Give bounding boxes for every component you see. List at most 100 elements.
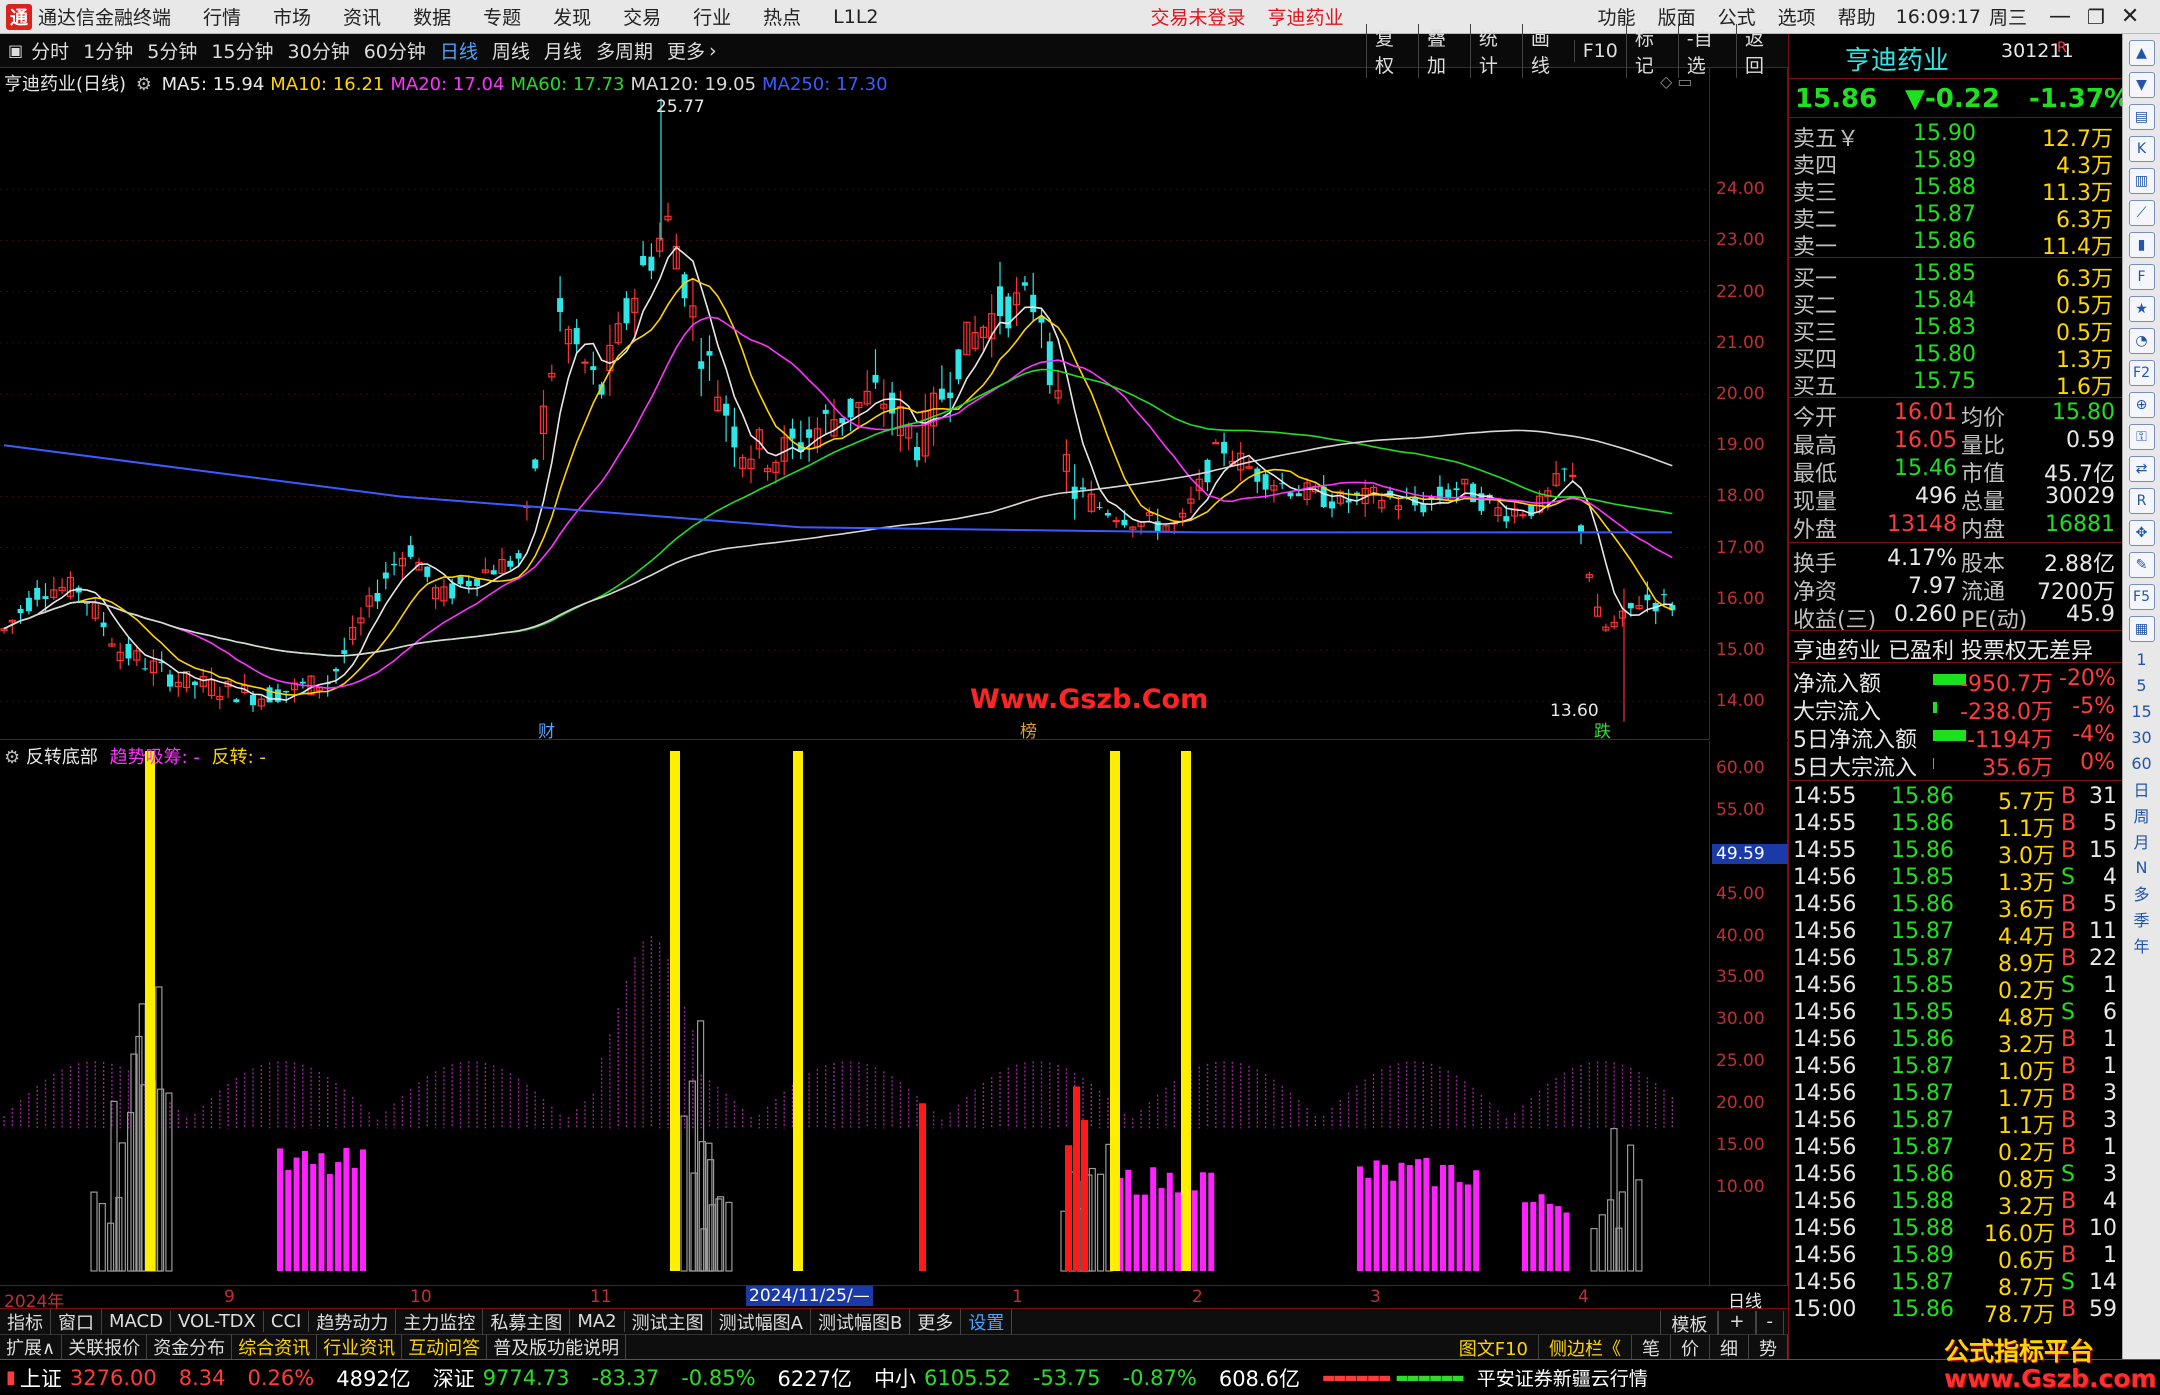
menu-shichang[interactable]: 市场 (273, 3, 311, 30)
period-multi[interactable]: 多周期 (596, 37, 653, 64)
indicator-tab[interactable]: 更多 (910, 1308, 962, 1335)
period-1-icon[interactable]: 1 (2129, 648, 2155, 670)
period-15min[interactable]: 15分钟 (211, 37, 273, 64)
template-tab[interactable]: 模板 (1660, 1311, 1719, 1337)
period-daily[interactable]: 日线 (440, 37, 478, 64)
period-季-icon[interactable]: 季 (2129, 908, 2155, 930)
period-年-icon[interactable]: 年 (2129, 934, 2155, 956)
RSI-icon[interactable]: R (2128, 488, 2155, 514)
indicator-tab[interactable]: 测试主图 (625, 1308, 712, 1335)
indicator-title[interactable]: 反转底部 (26, 747, 98, 768)
period-N-icon[interactable]: N (2129, 856, 2155, 878)
pie-icon[interactable]: ◔ (2128, 328, 2155, 354)
close-icon[interactable]: ✕ (2121, 4, 2139, 29)
side-tab[interactable]: 价 (1671, 1335, 1710, 1361)
indicator-tab[interactable]: 趋势动力 (309, 1308, 397, 1335)
menu-hangye[interactable]: 行业 (693, 3, 731, 30)
period-more[interactable]: 更多 (667, 37, 705, 64)
F5-icon[interactable]: F5 (2128, 584, 2155, 610)
info-tab[interactable]: 互动问答 (402, 1334, 488, 1360)
period-月-icon[interactable]: 月 (2129, 830, 2155, 852)
menu-l1l2[interactable]: L1L2 (833, 6, 878, 28)
settings-icon[interactable]: ⚙ (4, 747, 20, 768)
period-1min[interactable]: 1分钟 (83, 37, 133, 64)
restore-icon[interactable]: ❐ (2087, 5, 2105, 29)
info-tab[interactable]: 行业资讯 (317, 1334, 403, 1360)
expand-icon[interactable]: ◇ ▭ (1660, 72, 1693, 91)
zoom-icon[interactable]: ⊕ (2128, 392, 2155, 418)
period-周-icon[interactable]: 周 (2129, 804, 2155, 826)
bar-icon[interactable]: ▮ (2128, 232, 2155, 258)
line-icon[interactable]: ⟋ (2128, 200, 2155, 226)
chevron-right-icon[interactable]: › (709, 40, 717, 62)
period-日-icon[interactable]: 日 (2129, 778, 2155, 800)
indicator-tab[interactable]: 主力监控 (396, 1308, 484, 1335)
trade-login-status[interactable]: 交易未登录 (1151, 3, 1246, 30)
event-marker-cai[interactable]: 财 (538, 717, 555, 742)
period-monthly[interactable]: 月线 (544, 37, 582, 64)
minimize-icon[interactable]: — (2049, 4, 2071, 29)
period-weekly[interactable]: 周线 (492, 37, 530, 64)
template-tab[interactable]: - (1755, 1311, 1784, 1337)
period-fenshi[interactable]: 分时 (31, 37, 69, 64)
move-icon[interactable]: ✥ (2128, 520, 2155, 546)
period-15-icon[interactable]: 15 (2129, 700, 2155, 722)
indicator-tab[interactable]: VOL-TDX (171, 1311, 264, 1332)
period-60min[interactable]: 60分钟 (364, 37, 426, 64)
template-tab[interactable]: + (1718, 1311, 1756, 1337)
period-30-icon[interactable]: 30 (2129, 726, 2155, 748)
F2-icon[interactable]: F2 (2128, 360, 2155, 386)
side-tab[interactable]: 势 (1749, 1335, 1788, 1361)
indicator-tab[interactable]: 测试幅图A (712, 1308, 811, 1335)
indicator-tab[interactable]: 测试幅图B (811, 1308, 911, 1335)
menu-bangzhu[interactable]: 帮助 (1838, 3, 1876, 30)
period-5min[interactable]: 5分钟 (147, 37, 197, 64)
info-tab[interactable]: 关联报价 (62, 1334, 148, 1360)
up-arrow-icon[interactable]: ▲ (2128, 40, 2155, 66)
menu-redian[interactable]: 热点 (763, 3, 801, 30)
swap-icon[interactable]: ⇄ (2128, 456, 2155, 482)
side-tab[interactable]: 侧边栏《 (1539, 1335, 1632, 1361)
indicator-tab[interactable]: MA2 (570, 1311, 625, 1332)
period-30min[interactable]: 30分钟 (288, 37, 350, 64)
info-tab[interactable]: 普及版功能说明 (487, 1334, 627, 1360)
event-marker-die[interactable]: 跌 (1594, 717, 1611, 742)
indicator-tab[interactable]: 窗口 (51, 1308, 102, 1335)
side-tab[interactable]: 细 (1710, 1335, 1749, 1361)
tool-f10[interactable]: F10 (1573, 40, 1626, 62)
indicator-tab[interactable]: 指标 (0, 1308, 51, 1335)
period-5-icon[interactable]: 5 (2129, 674, 2155, 696)
info-tab[interactable]: 综合资讯 (232, 1334, 318, 1360)
star-icon[interactable]: ★ (2128, 296, 2155, 322)
menu-hangqing[interactable]: 行情 (203, 3, 241, 30)
sz-label[interactable]: 深证 (433, 1363, 475, 1393)
bars-icon[interactable]: ▥ (2128, 168, 2155, 194)
panel-toggle-icon[interactable]: ▣ (8, 41, 23, 60)
down-arrow-icon[interactable]: ▼ (2128, 72, 2155, 98)
menu-faxian[interactable]: 发现 (553, 3, 591, 30)
info-tab[interactable]: 资金分布 (147, 1334, 233, 1360)
sh-label[interactable]: 上证 (20, 1363, 62, 1393)
indicator-tab[interactable]: MACD (102, 1311, 171, 1332)
settings-icon[interactable]: ⚙ (136, 74, 152, 95)
price-chart[interactable]: 亨迪药业(日线) ⚙ MA5: 15.94 MA10: 16.21 MA20: 17… (0, 68, 1710, 742)
indicator-chart[interactable]: ⚙ 反转底部 趋势吸筹: - 反转: - (0, 741, 1710, 1285)
indicator-tab[interactable]: 私募主图 (483, 1308, 571, 1335)
menu-zhuanti[interactable]: 专题 (483, 3, 521, 30)
K-icon[interactable]: K (2128, 136, 2155, 162)
period-60-icon[interactable]: 60 (2129, 752, 2155, 774)
F10-icon[interactable]: F (2128, 264, 2155, 290)
info-tab[interactable]: 扩展∧ (0, 1334, 63, 1360)
grid-icon[interactable]: ▦ (2128, 616, 2155, 642)
side-tab[interactable]: 图文F10 (1449, 1335, 1539, 1361)
lock-icon[interactable]: ⚿ (2128, 424, 2155, 450)
pen-icon[interactable]: ✎ (2128, 552, 2155, 578)
chart-icon[interactable]: ▤ (2128, 104, 2155, 130)
zx-label[interactable]: 中小 (874, 1363, 916, 1393)
event-marker-bang[interactable]: 榜 (1020, 717, 1037, 742)
indicator-tab[interactable]: CCI (264, 1311, 310, 1332)
period-多-icon[interactable]: 多 (2129, 882, 2155, 904)
indicator-tab[interactable]: 设置 (961, 1308, 1013, 1335)
menu-shuju[interactable]: 数据 (413, 3, 451, 30)
side-tab[interactable]: 笔 (1632, 1335, 1671, 1361)
